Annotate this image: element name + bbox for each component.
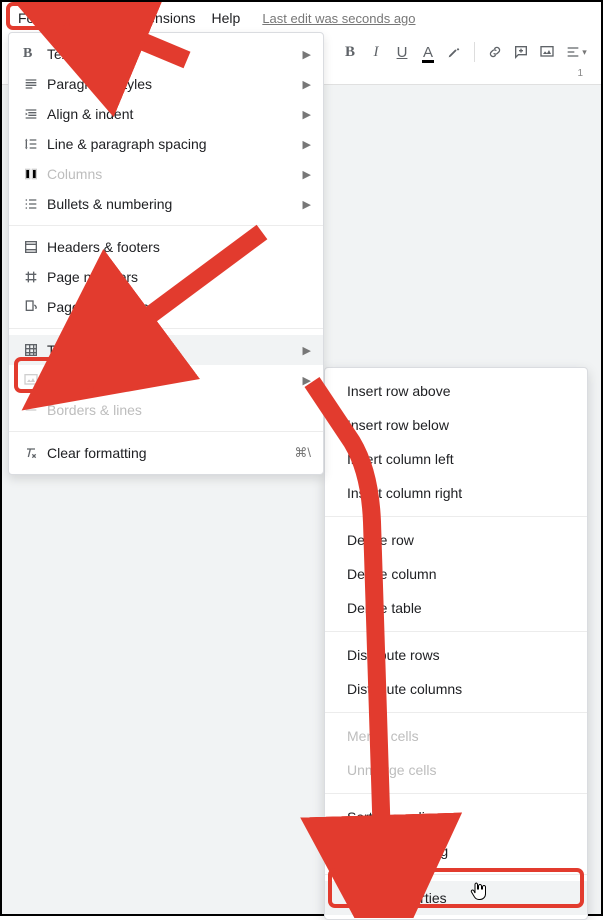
submenu-sort-descending[interactable]: Sort descending bbox=[325, 834, 587, 868]
ruler-mark: 1 bbox=[577, 68, 583, 79]
borders-lines-icon bbox=[23, 402, 47, 418]
submenu-sort-ascending[interactable]: Sort ascending bbox=[325, 800, 587, 834]
menu-item-text[interactable]: B Text ▶ bbox=[9, 39, 323, 69]
submenu-distribute-columns[interactable]: Distribute columns bbox=[325, 672, 587, 706]
submenu-insert-row-above[interactable]: Insert row above bbox=[325, 374, 587, 408]
menu-divider bbox=[9, 328, 323, 329]
add-comment-button[interactable] bbox=[509, 40, 533, 64]
submenu-divider bbox=[325, 631, 587, 632]
menu-divider bbox=[9, 431, 323, 432]
menu-item-columns: Columns ▶ bbox=[9, 159, 323, 189]
line-spacing-icon bbox=[23, 136, 47, 152]
menu-item-image: Image ▶ bbox=[9, 365, 323, 395]
chevron-right-icon: ▶ bbox=[303, 344, 311, 357]
submenu-unmerge-cells: Unmerge cells bbox=[325, 753, 587, 787]
image-icon bbox=[23, 372, 47, 388]
highlight-color-button[interactable] bbox=[442, 40, 466, 64]
menu-item-line-spacing[interactable]: Line & paragraph spacing ▶ bbox=[9, 129, 323, 159]
chevron-right-icon: ▶ bbox=[303, 374, 311, 387]
align-indent-icon bbox=[23, 106, 47, 122]
chevron-right-icon: ▶ bbox=[303, 108, 311, 121]
chevron-right-icon: ▶ bbox=[303, 78, 311, 91]
chevron-right-icon: ▶ bbox=[303, 198, 311, 211]
chevron-right-icon: ▶ bbox=[303, 138, 311, 151]
last-edit-info[interactable]: Last edit was seconds ago bbox=[262, 11, 415, 26]
bold-button[interactable]: B bbox=[338, 40, 362, 64]
menu-extensions[interactable]: Extensions bbox=[119, 7, 203, 29]
menu-item-headers-footers[interactable]: Headers & footers bbox=[9, 232, 323, 262]
format-menu-dropdown: B Text ▶ Paragraph styles ▶ Align & inde… bbox=[8, 32, 324, 475]
clear-format-icon bbox=[23, 445, 47, 461]
menu-item-borders-lines: Borders & lines bbox=[9, 395, 323, 425]
toolbar-separator bbox=[474, 42, 475, 62]
submenu-divider bbox=[325, 516, 587, 517]
submenu-insert-column-left[interactable]: Insert column left bbox=[325, 442, 587, 476]
list-icon bbox=[23, 196, 47, 212]
table-icon bbox=[23, 342, 47, 358]
submenu-delete-row[interactable]: Delete row bbox=[325, 523, 587, 557]
submenu-divider bbox=[325, 712, 587, 713]
bold-icon: B bbox=[23, 46, 47, 62]
menu-item-page-numbers[interactable]: Page numbers bbox=[9, 262, 323, 292]
submenu-delete-column[interactable]: Delete column bbox=[325, 557, 587, 591]
menu-tools[interactable]: Tools bbox=[70, 7, 119, 29]
highlighter-icon bbox=[446, 44, 462, 60]
menu-help[interactable]: Help bbox=[204, 7, 249, 29]
image-icon bbox=[539, 44, 555, 60]
submenu-insert-row-below[interactable]: Insert row below bbox=[325, 408, 587, 442]
table-submenu: Insert row above Insert row below Insert… bbox=[324, 367, 588, 920]
page-orientation-icon bbox=[23, 299, 47, 315]
submenu-divider bbox=[325, 793, 587, 794]
menu-item-paragraph-styles[interactable]: Paragraph styles ▶ bbox=[9, 69, 323, 99]
chevron-right-icon: ▶ bbox=[303, 48, 311, 61]
columns-icon bbox=[23, 166, 47, 182]
link-icon bbox=[487, 44, 503, 60]
menu-item-page-orientation[interactable]: Page orientation bbox=[9, 292, 323, 322]
align-button[interactable]: ▾ bbox=[561, 40, 591, 64]
chevron-right-icon: ▶ bbox=[303, 168, 311, 181]
submenu-divider bbox=[325, 874, 587, 875]
underline-button[interactable]: U bbox=[390, 40, 414, 64]
page-numbers-icon bbox=[23, 269, 47, 285]
submenu-distribute-rows[interactable]: Distribute rows bbox=[325, 638, 587, 672]
menu-item-clear-formatting[interactable]: Clear formatting ⌘\ bbox=[9, 438, 323, 468]
menu-item-bullets-numbering[interactable]: Bullets & numbering ▶ bbox=[9, 189, 323, 219]
submenu-merge-cells: Merge cells bbox=[325, 719, 587, 753]
headers-footers-icon bbox=[23, 239, 47, 255]
text-color-button[interactable]: A bbox=[416, 40, 440, 64]
italic-button[interactable]: I bbox=[364, 40, 388, 64]
align-icon bbox=[565, 44, 581, 60]
insert-link-button[interactable] bbox=[483, 40, 507, 64]
insert-image-button[interactable] bbox=[535, 40, 559, 64]
app-frame: Format Tools Extensions Help Last edit w… bbox=[0, 0, 603, 916]
submenu-table-properties[interactable]: Table properties bbox=[325, 881, 587, 915]
comment-icon bbox=[513, 44, 529, 60]
paragraph-styles-icon bbox=[23, 76, 47, 92]
submenu-delete-table[interactable]: Delete table bbox=[325, 591, 587, 625]
menu-item-table[interactable]: Table ▶ bbox=[9, 335, 323, 365]
menu-item-align-indent[interactable]: Align & indent ▶ bbox=[9, 99, 323, 129]
menu-bar: Format Tools Extensions Help Last edit w… bbox=[2, 4, 601, 32]
menu-divider bbox=[9, 225, 323, 226]
menu-format[interactable]: Format bbox=[10, 7, 70, 29]
submenu-insert-column-right[interactable]: Insert column right bbox=[325, 476, 587, 510]
